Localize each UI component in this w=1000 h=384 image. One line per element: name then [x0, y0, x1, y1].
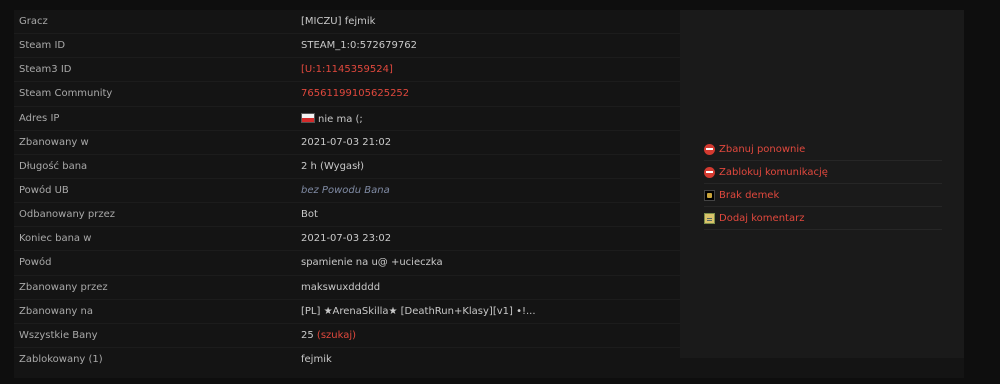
all-bans-value: 25 (szukaj)	[301, 330, 356, 341]
detail-label: Steam ID	[19, 40, 66, 52]
reban-button[interactable]: Zbanuj ponownie	[704, 138, 942, 161]
detail-label: Powód UB	[19, 184, 69, 196]
detail-label: Zbanowany przez	[19, 281, 108, 293]
ip-text: nie ma (;	[318, 113, 363, 125]
search-bans-link[interactable]: (szukaj)	[317, 330, 356, 341]
banned-at: 2021-07-03 21:02	[301, 136, 392, 148]
detail-row-ban-length: Długość bana 2 h (Wygasł)	[14, 155, 680, 179]
no-demos-button[interactable]: Brak demek	[704, 184, 942, 207]
add-comment-label: Dodaj komentarz	[719, 212, 805, 224]
ban-details-table: Gracz [MICZU] fejmik Steam ID STEAM_1:0:…	[14, 10, 680, 371]
poland-flag-icon	[301, 112, 315, 123]
steam3-id-link[interactable]: [U:1:1145359524]	[301, 64, 393, 75]
blocked-name: fejmik	[301, 353, 332, 365]
demo-icon	[704, 189, 715, 201]
ip-value: nie ma (;	[301, 112, 363, 125]
detail-row-banned-by: Zbanowany przez makswuxddddd	[14, 276, 680, 300]
actions-sidebar: Zbanuj ponownie Zablokuj komunikację Bra…	[680, 10, 964, 358]
detail-row-ban-end: Koniec bana w 2021-07-03 23:02	[14, 227, 680, 252]
detail-row-steam-community: Steam Community 76561199105625252	[14, 82, 680, 107]
detail-label: Powód	[19, 257, 52, 269]
detail-label: Zablokowany (1)	[19, 353, 103, 365]
block-comms-label: Zablokuj komunikację	[719, 166, 828, 178]
note-icon	[704, 212, 715, 224]
detail-label: Steam3 ID	[19, 64, 72, 76]
no-demos-label: Brak demek	[719, 189, 780, 201]
banned-on-server: [PL] ★ArenaSkilla★ [DeathRun+Klasy][v1] …	[301, 305, 536, 317]
detail-row-steam-id: Steam ID STEAM_1:0:572679762	[14, 34, 680, 59]
ban-count: 25	[301, 329, 314, 341]
detail-row-reason: Powód spamienie na u@ +ucieczka	[14, 251, 680, 276]
detail-label: Zbanowany na	[19, 305, 93, 317]
player-name: [MICZU] fejmik	[301, 16, 376, 27]
banned-by: makswuxddddd	[301, 281, 381, 293]
detail-label: Adres IP	[19, 112, 60, 124]
detail-label: Koniec bana w	[19, 233, 92, 245]
detail-row-unban-reason: Powód UB bez Powodu Bana	[14, 179, 680, 204]
detail-label: Steam Community	[19, 88, 113, 100]
detail-row-player: Gracz [MICZU] fejmik	[14, 10, 680, 35]
no-entry-icon	[704, 143, 715, 155]
detail-label: Długość bana	[19, 160, 88, 172]
steam-id: STEAM_1:0:572679762	[301, 40, 417, 52]
detail-row-banned-on: Zbanowany na [PL] ★ArenaSkilla★ [DeathRu…	[14, 300, 680, 324]
detail-row-steam3-id: Steam3 ID [U:1:1145359524]	[14, 58, 680, 83]
detail-label: Gracz	[19, 16, 48, 27]
detail-row-banned-at: Zbanowany w 2021-07-03 21:02	[14, 131, 680, 155]
ban-length: 2 h (Wygasł)	[301, 160, 365, 172]
ban-end: 2021-07-03 23:02	[301, 233, 392, 245]
no-entry-icon	[704, 166, 715, 178]
block-comms-button[interactable]: Zablokuj komunikację	[704, 161, 942, 184]
detail-row-unbanned-by: Odbanowany przez Bot	[14, 203, 680, 228]
unban-reason: bez Powodu Bana	[301, 184, 390, 196]
detail-label: Wszystkie Bany	[19, 329, 98, 341]
ban-reason: spamienie na u@ +ucieczka	[301, 257, 443, 269]
ban-details-panel: Gracz [MICZU] fejmik Steam ID STEAM_1:0:…	[14, 10, 964, 378]
steam-community-link[interactable]: 76561199105625252	[301, 88, 409, 99]
reban-label: Zbanuj ponownie	[719, 143, 806, 155]
unbanned-by: Bot	[301, 209, 318, 221]
actions-list: Zbanuj ponownie Zablokuj komunikację Bra…	[704, 138, 942, 230]
detail-label: Odbanowany przez	[19, 209, 116, 221]
detail-row-ip: Adres IP nie ma (;	[14, 107, 680, 131]
detail-row-all-bans: Wszystkie Bany 25 (szukaj)	[14, 324, 680, 348]
detail-label: Zbanowany w	[19, 136, 89, 148]
add-comment-button[interactable]: Dodaj komentarz	[704, 207, 942, 230]
detail-row-blocked: Zablokowany (1) fejmik	[14, 348, 680, 371]
